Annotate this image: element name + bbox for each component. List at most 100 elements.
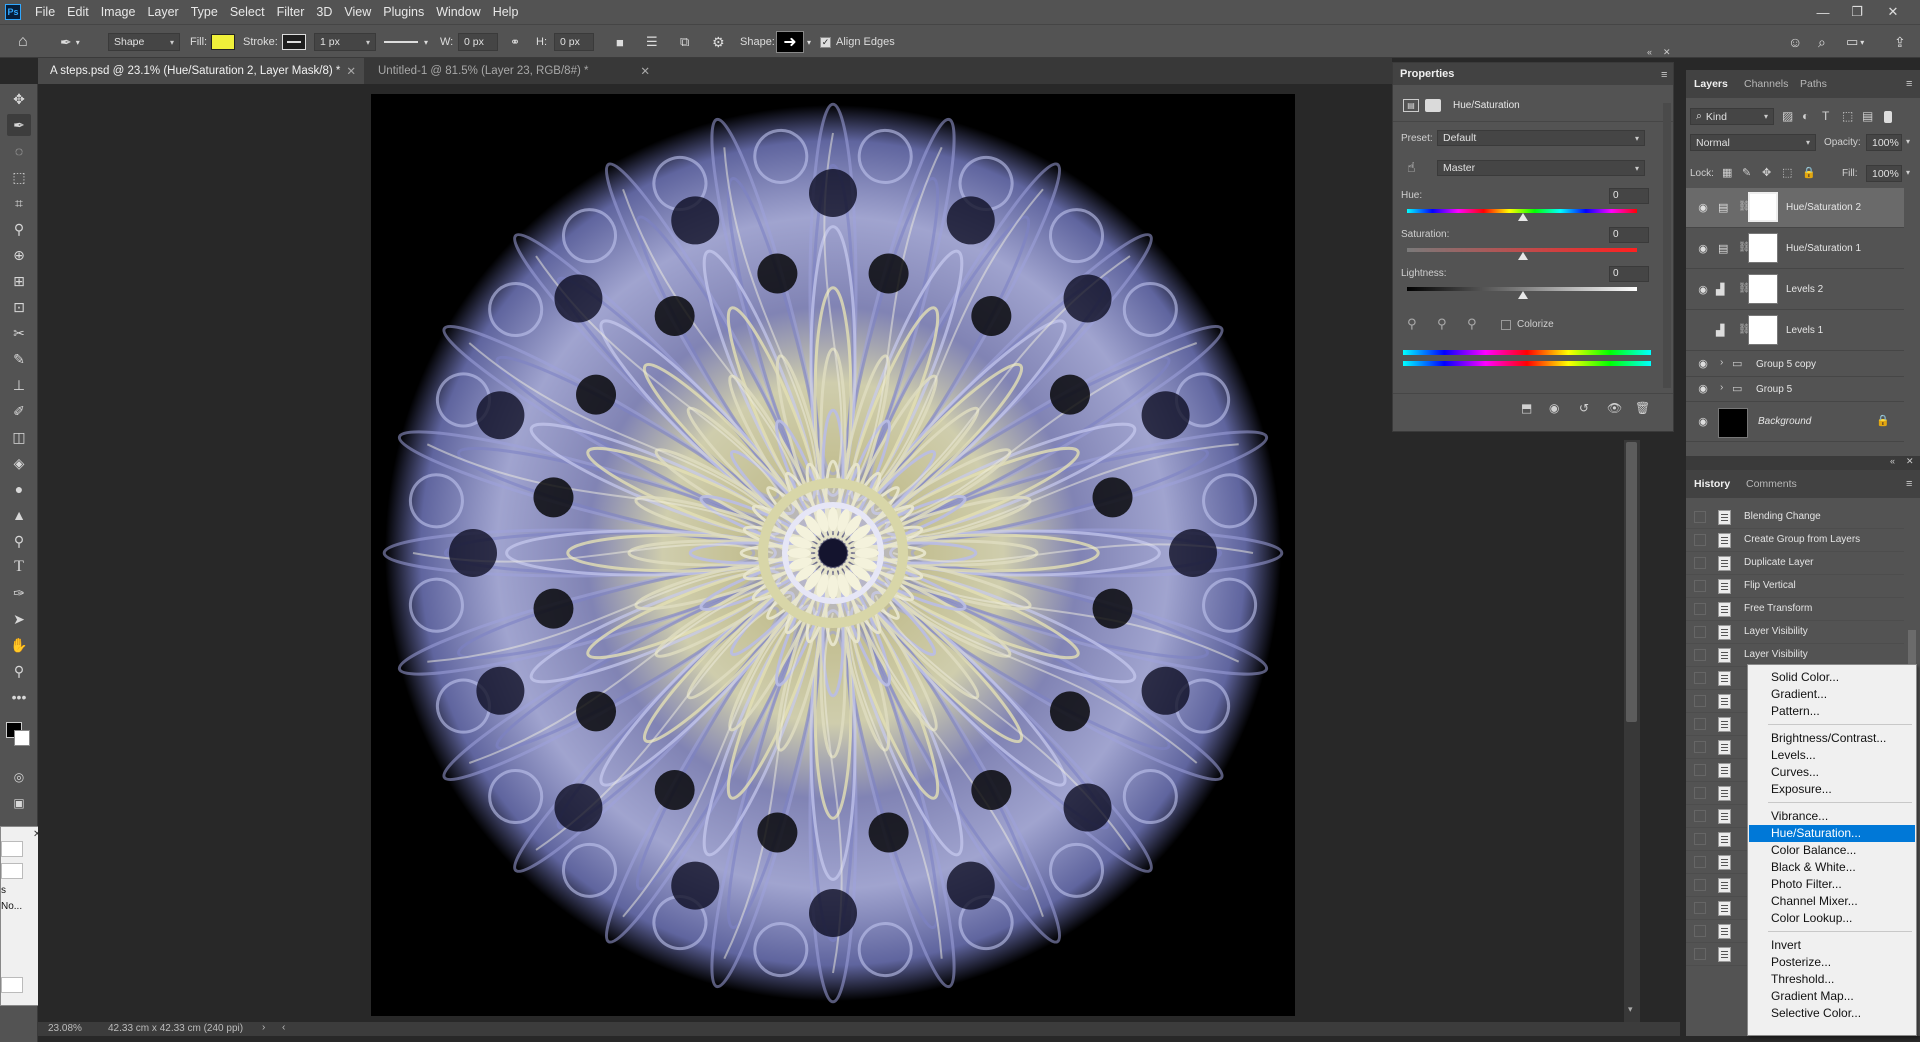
history-item[interactable] — [1686, 874, 1748, 897]
history-source-checkbox[interactable] — [1694, 718, 1706, 730]
quick-mask-icon[interactable]: ◎ — [7, 766, 31, 788]
menu-item-solid-color[interactable]: Solid Color... — [1749, 669, 1915, 686]
home-icon[interactable]: ⌂ — [18, 25, 28, 59]
close-window-button[interactable]: ✕ — [1876, 0, 1910, 24]
fill-field[interactable]: 100% — [1866, 165, 1902, 182]
status-expand-icon[interactable]: › — [262, 1022, 265, 1033]
zoom-tool-icon[interactable]: ⚲ — [7, 660, 31, 682]
menu-item-exposure[interactable]: Exposure... — [1749, 781, 1915, 798]
layer-mask-thumbnail[interactable] — [1748, 192, 1778, 222]
filter-type-icon[interactable]: T — [1822, 109, 1829, 123]
lightness-field[interactable]: 0 — [1609, 266, 1649, 282]
filter-toggle[interactable] — [1884, 111, 1892, 123]
properties-scrollbar[interactable] — [1663, 103, 1671, 388]
layer-name[interactable]: Group 5 — [1756, 384, 1792, 395]
menu-item-threshold[interactable]: Threshold... — [1749, 971, 1915, 988]
blend-mode-select[interactable]: Normal ▾ — [1690, 134, 1816, 151]
expand-chevron-icon[interactable]: › — [1720, 382, 1723, 393]
stroke-color-swatch[interactable] — [282, 34, 306, 50]
canvas-vertical-scrollbar[interactable] — [1624, 440, 1640, 1026]
path-arrangement-icon[interactable]: ⧉ — [680, 25, 689, 59]
menu-edit[interactable]: Edit — [61, 0, 95, 24]
layer-row-levels-2[interactable]: ◉ ▟ ⛓ Levels 2 — [1686, 270, 1904, 310]
restore-button[interactable]: ❐ — [1840, 0, 1874, 24]
history-item[interactable] — [1686, 782, 1748, 805]
layer-row-group-5-copy[interactable]: ◉ › ▭ Group 5 copy — [1686, 352, 1904, 377]
history-source-checkbox[interactable] — [1694, 948, 1706, 960]
layer-row-levels-1[interactable]: ◉ ▟ ⛓ Levels 1 — [1686, 311, 1904, 351]
eyedropper-minus-icon[interactable]: ⚲ — [1467, 316, 1477, 332]
path-selection-tool-icon[interactable]: ➤ — [7, 608, 31, 630]
history-item[interactable] — [1686, 943, 1748, 966]
history-source-checkbox[interactable] — [1694, 787, 1706, 799]
menu-window[interactable]: Window — [430, 0, 486, 24]
visibility-eye-icon[interactable]: ◉ — [1696, 359, 1710, 370]
menu-item-channel-mixer[interactable]: Channel Mixer... — [1749, 893, 1915, 910]
minimize-button[interactable]: — — [1806, 0, 1840, 24]
lock-image-icon[interactable]: ✎ — [1742, 166, 1751, 179]
history-item[interactable] — [1686, 713, 1748, 736]
expand-chevron-icon[interactable]: › — [1720, 357, 1723, 368]
menu-3d[interactable]: 3D — [310, 0, 338, 24]
scrollbar-thumb[interactable] — [1626, 442, 1637, 722]
dialog-field-1[interactable] — [1, 841, 23, 857]
layer-mask-thumbnail[interactable] — [1748, 233, 1778, 263]
dodge-tool-icon[interactable]: ⚲ — [7, 530, 31, 552]
menu-item-color-lookup[interactable]: Color Lookup... — [1749, 910, 1915, 927]
transform-tool-icon[interactable]: ✂ — [7, 322, 31, 344]
sharpen-tool-icon[interactable]: ▲ — [7, 504, 31, 526]
history-item[interactable] — [1686, 920, 1748, 943]
history-brush-tool-icon[interactable]: ✐ — [7, 400, 31, 422]
history-source-checkbox[interactable] — [1694, 833, 1706, 845]
workspace-icon[interactable]: ▭ ▾ — [1846, 25, 1864, 59]
menu-select[interactable]: Select — [224, 0, 271, 24]
layer-thumbnail[interactable] — [1718, 408, 1748, 438]
eraser-tool-icon[interactable]: ◫ — [7, 426, 31, 448]
menu-filter[interactable]: Filter — [271, 0, 311, 24]
layer-name[interactable]: Levels 2 — [1786, 284, 1823, 295]
menu-item-invert[interactable]: Invert — [1749, 937, 1915, 954]
close-panel-icon[interactable]: ✕ — [1663, 47, 1671, 58]
visibility-eye-icon[interactable]: ◉ — [1696, 384, 1710, 395]
saturation-field[interactable]: 0 — [1609, 227, 1649, 243]
fill-dropdown-icon[interactable]: ▾ — [1906, 168, 1910, 177]
clone-stamp-tool-icon[interactable]: ⊥ — [7, 374, 31, 396]
history-item[interactable] — [1686, 667, 1748, 690]
targeted-adjustment-icon[interactable]: ☝ — [1407, 159, 1416, 176]
menu-file[interactable]: File — [29, 0, 61, 24]
eyedropper-tool-icon[interactable]: ⚲ — [7, 218, 31, 240]
tab-layers[interactable]: Layers — [1694, 78, 1728, 90]
menu-item-pattern[interactable]: Pattern... — [1749, 703, 1915, 720]
history-item[interactable] — [1686, 759, 1748, 782]
arrow-shape-icon[interactable]: ➜ — [776, 31, 804, 53]
fill-color-swatch[interactable] — [211, 34, 235, 50]
pen-tool-preset-icon[interactable]: ✒ ▾ — [60, 25, 80, 59]
history-item[interactable] — [1686, 736, 1748, 759]
menu-help[interactable]: Help — [487, 0, 525, 24]
history-source-checkbox[interactable] — [1694, 810, 1706, 822]
history-item[interactable]: Free Transform — [1686, 598, 1904, 621]
visibility-eye-icon[interactable]: ◉ — [1696, 285, 1710, 296]
background-color-swatch[interactable] — [14, 730, 30, 746]
menu-item-posterize[interactable]: Posterize... — [1749, 954, 1915, 971]
path-alignment-icon[interactable]: ☰ — [646, 25, 658, 59]
brush-tool-icon[interactable]: ✎ — [7, 348, 31, 370]
scroll-down-icon[interactable]: ▾ — [1628, 1004, 1633, 1015]
history-source-checkbox[interactable] — [1694, 603, 1706, 615]
filter-kind-select[interactable]: ⌕ Kind ▾ — [1690, 108, 1774, 125]
lock-artboard-icon[interactable]: ⬚ — [1782, 166, 1792, 179]
channel-select[interactable]: Master ▾ — [1437, 160, 1645, 176]
type-tool-icon[interactable]: T — [7, 556, 31, 578]
layer-mask-thumbnail[interactable] — [1748, 274, 1778, 304]
stroke-width-field[interactable]: 1 px ▾ — [314, 33, 376, 51]
screen-mode-icon[interactable]: ▣ — [7, 792, 31, 814]
path-operations-icon[interactable]: ■ — [616, 25, 624, 59]
share-icon-user[interactable]: ☺ — [1788, 25, 1802, 59]
history-source-checkbox[interactable] — [1694, 557, 1706, 569]
history-source-checkbox[interactable] — [1694, 511, 1706, 523]
layer-row-group-5[interactable]: ◉ › ▭ Group 5 — [1686, 377, 1904, 402]
tool-mode-select[interactable]: Shape ▾ — [108, 33, 180, 51]
close-tab-icon[interactable]: ✕ — [346, 64, 356, 78]
history-source-checkbox[interactable] — [1694, 925, 1706, 937]
history-source-checkbox[interactable] — [1694, 534, 1706, 546]
